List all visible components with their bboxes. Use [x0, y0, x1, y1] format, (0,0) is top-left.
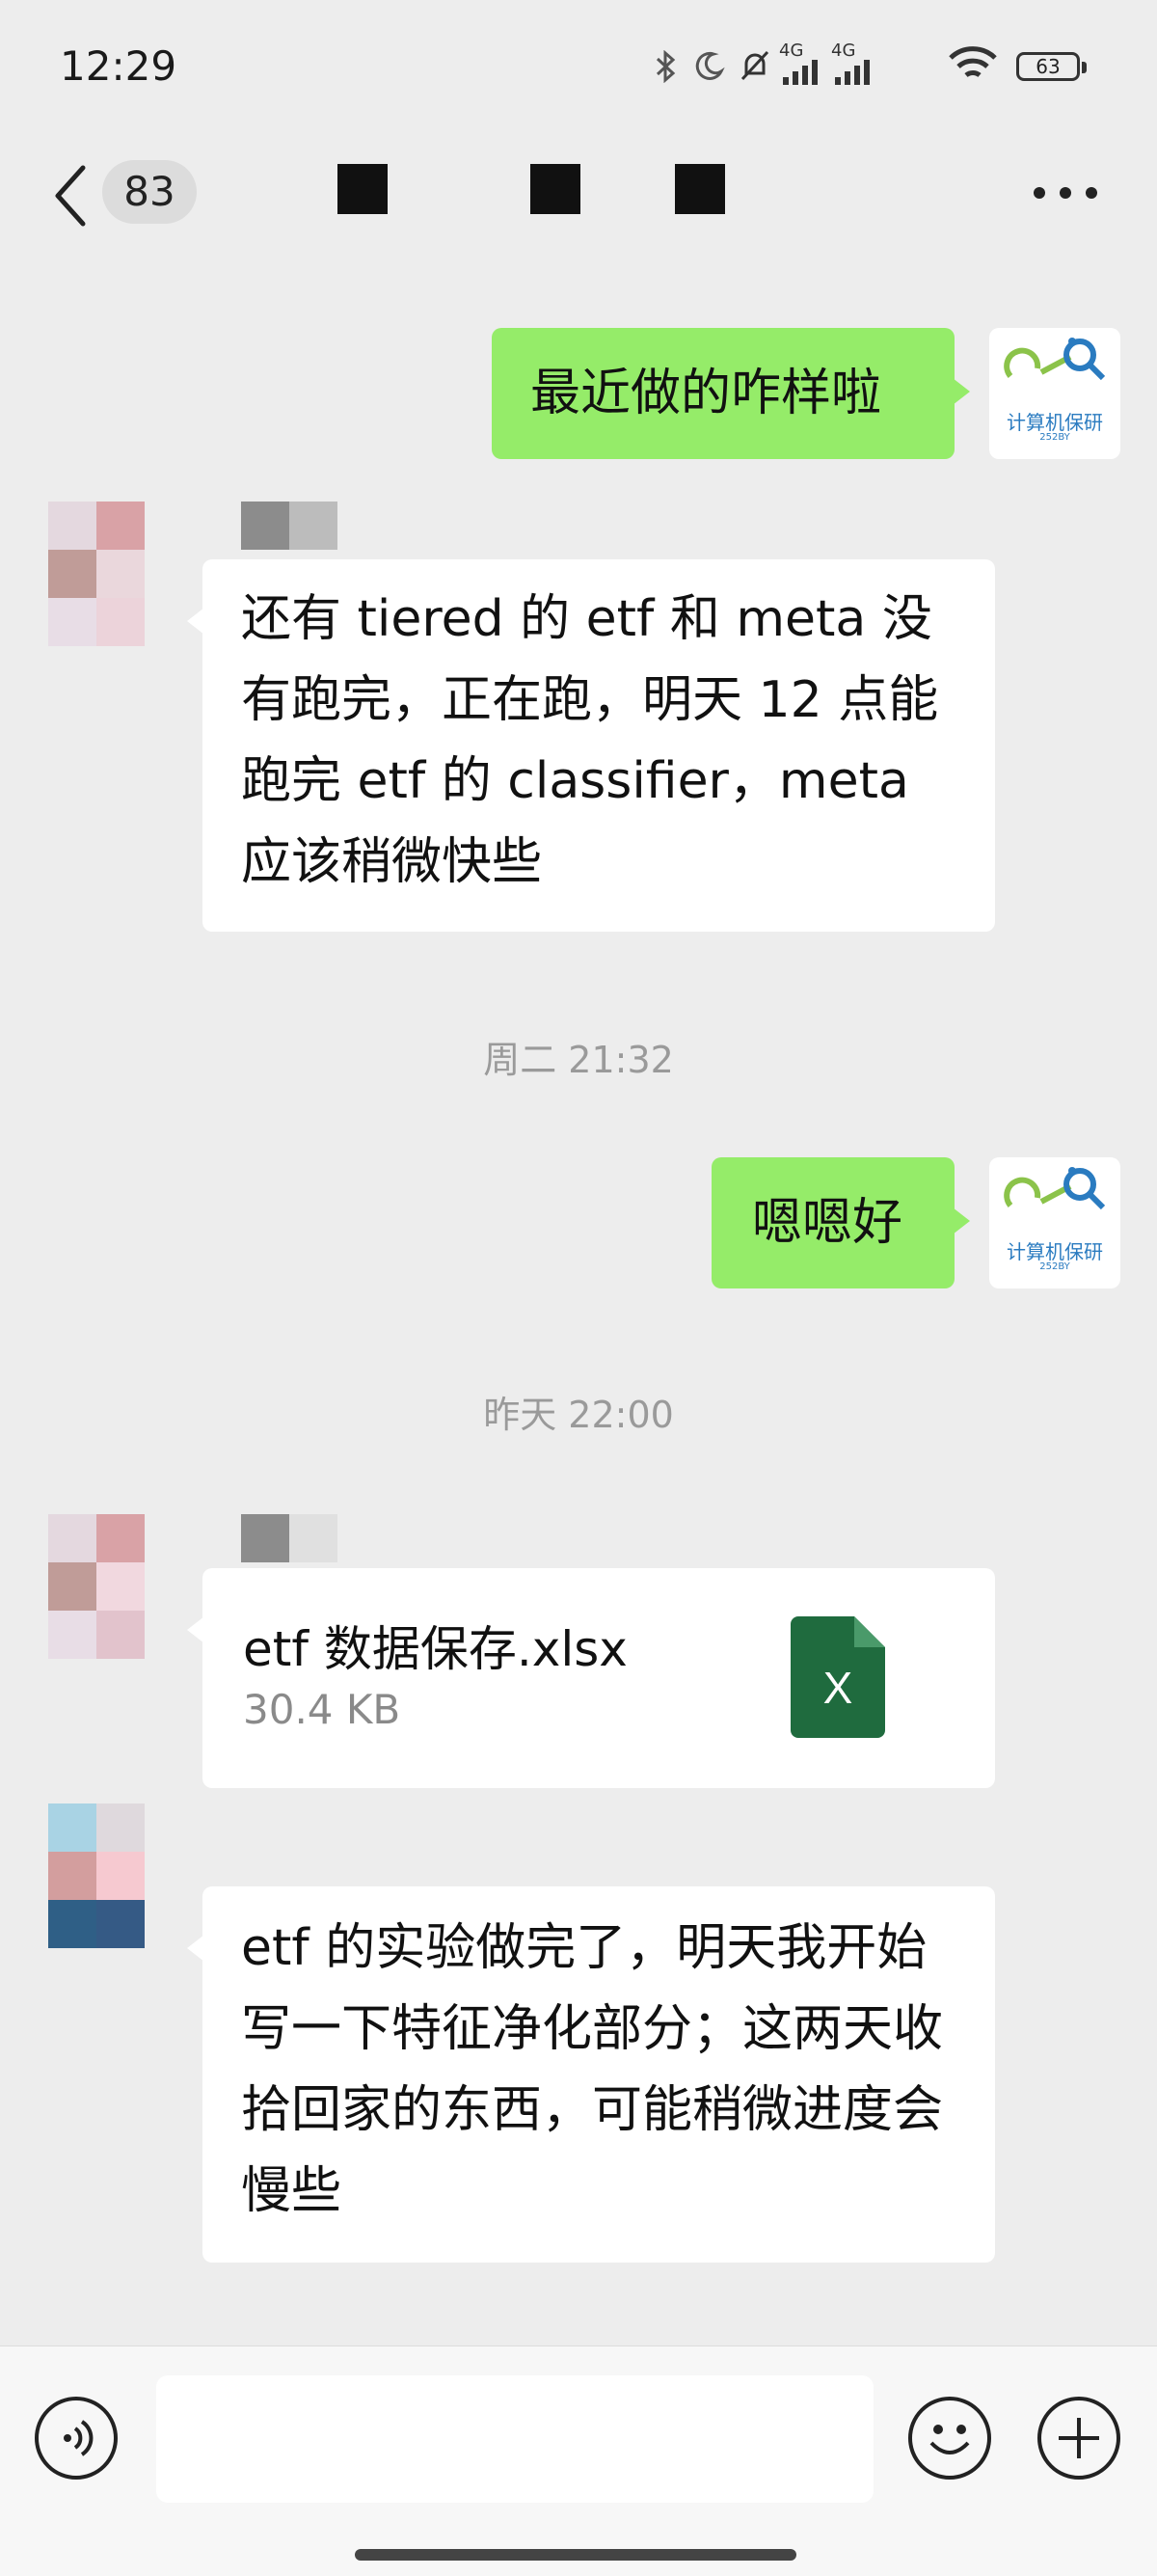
plus-icon: [1059, 2418, 1099, 2458]
contact-name-redacted: [241, 1514, 337, 1562]
message-bubble-outgoing[interactable]: 最近做的咋样啦: [492, 328, 970, 459]
excel-icon-letter: X: [823, 1663, 853, 1713]
message-bubble-incoming[interactable]: etf 的实验做完了，明天我开始写一下特征净化部分；这两天收拾回家的东西，可能稍…: [187, 1886, 995, 2263]
moon-icon: [695, 51, 725, 80]
emoji-button[interactable]: [908, 2397, 991, 2480]
file-message-card[interactable]: etf 数据保存.xlsx 30.4 KB X: [187, 1568, 995, 1788]
back-arrow-icon[interactable]: [48, 162, 93, 230]
redacted-title-block: [337, 164, 388, 214]
timestamp: 周二 21:32: [483, 1039, 674, 1081]
home-indicator[interactable]: [355, 2549, 796, 2561]
message-text: 还有 tiered 的 etf 和 meta 没有跑完，正在跑，明天 12 点能…: [241, 590, 939, 891]
bluetooth-icon: [656, 50, 676, 83]
message-text: 嗯嗯好: [752, 1194, 903, 1252]
battery-icon: 63: [1016, 52, 1087, 81]
logo-label: 计算机保研: [1007, 411, 1103, 434]
mute-icon: [740, 50, 769, 81]
logo-icon: [1004, 338, 1106, 381]
signal-1-icon: [783, 60, 818, 85]
message-input[interactable]: [156, 2375, 874, 2503]
more-options-icon[interactable]: [1034, 187, 1097, 203]
my-avatar[interactable]: 计算机保研 252BY: [989, 328, 1120, 459]
voice-input-button[interactable]: [35, 2397, 118, 2480]
file-name: etf 数据保存.xlsx: [243, 1621, 628, 1677]
input-bar: [0, 2346, 1157, 2576]
plus-button[interactable]: [1037, 2397, 1120, 2480]
status-time: 12:29: [60, 42, 177, 90]
contact-name-redacted: [241, 502, 337, 550]
message-text: 最近做的咋样啦: [530, 365, 882, 422]
message-bubble-incoming[interactable]: 还有 tiered 的 etf 和 meta 没有跑完，正在跑，明天 12 点能…: [187, 559, 995, 932]
my-avatar[interactable]: 计算机保研 252BY: [989, 1157, 1120, 1288]
logo-sublabel: 252BY: [1039, 432, 1070, 443]
timestamp: 昨天 22:00: [483, 1394, 674, 1436]
logo-sublabel: 252BY: [1039, 1261, 1070, 1272]
redacted-title-block: [530, 164, 580, 214]
excel-icon: X: [791, 1616, 885, 1738]
file-size: 30.4 KB: [243, 1686, 401, 1733]
logo-icon: [1004, 1167, 1106, 1210]
message-text: etf 的实验做完了，明天我开始写一下特征净化部分；这两天收拾回家的东西，可能稍…: [241, 1919, 944, 2220]
chat-header: 83: [0, 135, 1157, 270]
logo-label: 计算机保研: [1007, 1240, 1103, 1263]
redacted-title-block: [675, 164, 725, 214]
emoji-icon: [929, 2425, 970, 2454]
message-list[interactable]: 最近做的咋样啦 计算机保研 252BY 还有 tiered 的 etf 和 me…: [0, 270, 1157, 2344]
contact-avatar[interactable]: [48, 502, 145, 646]
unread-count-badge[interactable]: 83: [102, 160, 197, 224]
battery-level: 63: [1036, 55, 1061, 78]
signal-2-icon: [835, 60, 870, 85]
voice-icon: [64, 2420, 94, 2456]
contact-avatar[interactable]: [48, 1803, 145, 1948]
contact-avatar[interactable]: [48, 1514, 145, 1659]
message-bubble-outgoing[interactable]: 嗯嗯好: [712, 1157, 970, 1288]
status-bar: 12:29 4G 4G 63: [0, 0, 1157, 135]
wifi-icon: [949, 46, 997, 78]
